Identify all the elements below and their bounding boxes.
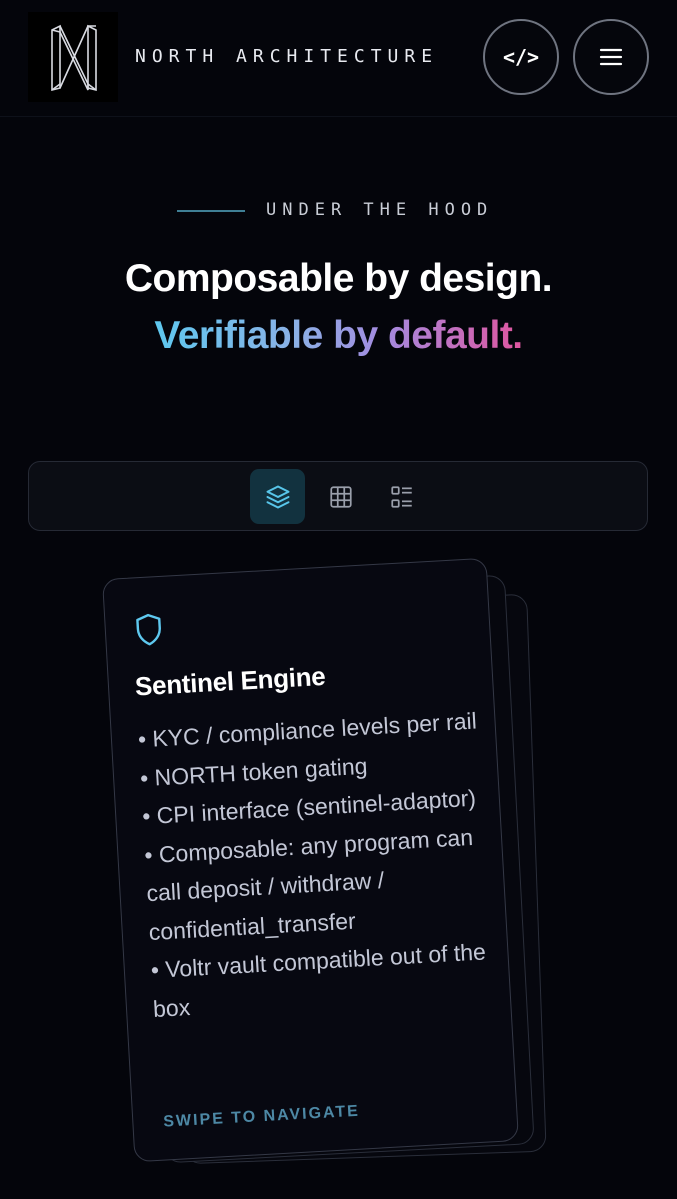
hamburger-icon	[599, 48, 623, 66]
eyebrow-divider	[177, 210, 245, 212]
headline-line-1: Composable by design.	[124, 257, 553, 300]
view-toggle-toolbar	[28, 461, 648, 531]
layers-icon	[266, 485, 289, 508]
grid-view-button[interactable]	[313, 469, 368, 524]
card-feature-list: • KYC / compliance levels per rail • NOR…	[137, 701, 494, 1027]
list-view-button[interactable]	[374, 469, 429, 524]
top-header: NORTH ARCHITECTURE </>	[0, 0, 677, 117]
layers-view-button[interactable]	[250, 469, 305, 524]
code-button[interactable]: </>	[483, 19, 559, 95]
headline-line-2: Verifiable by default.	[0, 314, 677, 358]
grid-icon	[329, 485, 352, 508]
section-eyebrow: UNDER THE HOOD	[266, 200, 494, 220]
card-title: Sentinel Engine	[134, 660, 327, 702]
menu-button[interactable]	[573, 19, 649, 95]
list-icon	[390, 485, 412, 508]
north-n-logo-icon	[51, 24, 97, 92]
list-item: • Composable: any program can call depos…	[143, 823, 474, 945]
shield-icon	[136, 613, 161, 646]
brand-name[interactable]: NORTH ARCHITECTURE	[135, 46, 438, 67]
code-button-label: </>	[502, 45, 540, 69]
swipe-hint: SWIPE TO NAVIGATE	[162, 1102, 361, 1131]
logo[interactable]	[28, 12, 118, 102]
feature-card[interactable]: Sentinel Engine • KYC / compliance level…	[102, 557, 519, 1163]
headline-gradient-text: Verifiable by default.	[154, 314, 523, 357]
